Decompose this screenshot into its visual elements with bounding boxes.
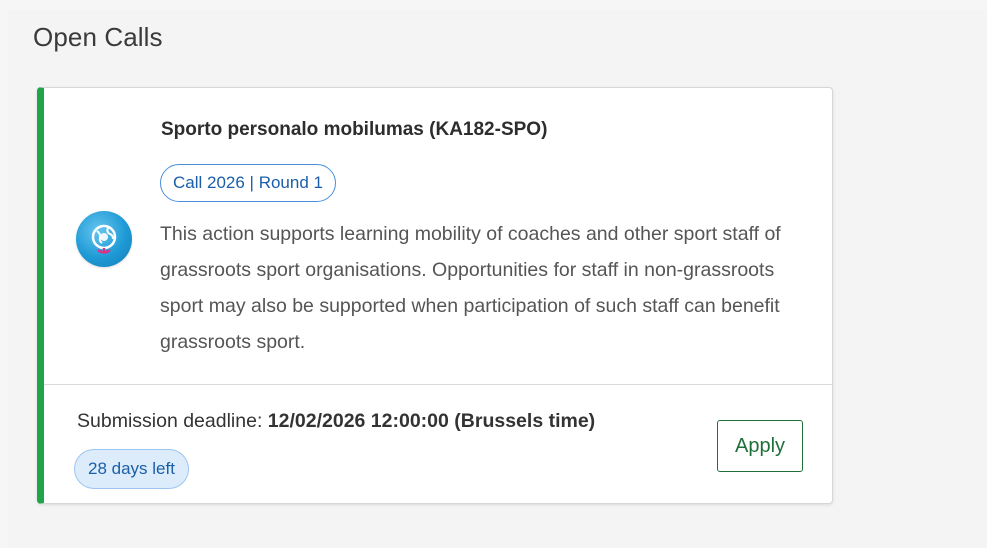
call-title[interactable]: Sporto personalo mobilumas (KA182-SPO) (161, 119, 547, 141)
card-divider (44, 384, 832, 385)
call-description: This action supports learning mobility o… (160, 223, 781, 353)
submission-deadline: Submission deadline: 12/02/2026 12:00:00… (77, 410, 595, 433)
call-round-badge: Call 2026 | Round 1 (160, 164, 336, 202)
deadline-label: Submission deadline: (77, 410, 268, 432)
globe-icon (76, 211, 132, 267)
days-left-badge: 28 days left (74, 449, 189, 489)
deadline-value: 12/02/2026 12:00:00 (Brussels time) (267, 410, 596, 432)
page-title: Open Calls (33, 22, 163, 52)
call-card: Sporto personalo mobilumas (KA182-SPO) C… (37, 87, 833, 504)
apply-button[interactable]: Apply (717, 420, 803, 472)
